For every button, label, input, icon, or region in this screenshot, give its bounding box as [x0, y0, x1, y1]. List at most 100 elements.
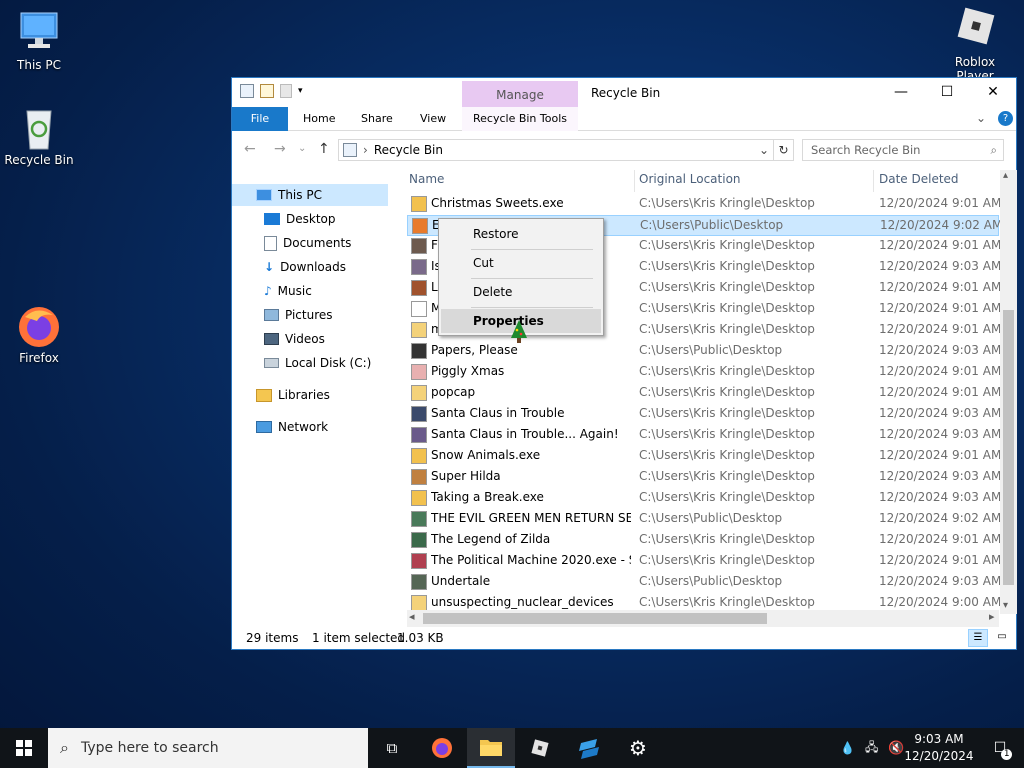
qat-dropdown-icon[interactable]: ▾	[298, 86, 303, 96]
tab-file[interactable]: File	[232, 107, 288, 131]
file-name: THE EVIL GREEN MEN RETURN SEV...	[431, 511, 631, 525]
tab-recycle-bin-tools[interactable]: Recycle Bin Tools	[462, 107, 578, 131]
column-separator[interactable]	[634, 170, 635, 192]
nav-item-videos[interactable]: Videos	[264, 328, 325, 350]
horizontal-scrollbar[interactable]: ◂ ▸	[407, 610, 999, 627]
desktop-icon-firefox[interactable]: Firefox	[1, 303, 77, 365]
large-icons-view-icon[interactable]: ▭	[992, 629, 1012, 647]
table-row[interactable]: Papers, Please C:\Users\Public\Desktop 12/…	[407, 341, 1001, 362]
properties-qat-icon[interactable]	[260, 84, 274, 98]
recent-locations-icon[interactable]: ⌄	[298, 143, 306, 154]
scroll-thumb[interactable]	[423, 613, 767, 624]
taskbar-roblox-studio[interactable]	[565, 728, 613, 768]
nav-item-label: Videos	[285, 332, 325, 346]
breadcrumb[interactable]: Recycle Bin	[374, 143, 443, 157]
volume-muted-icon[interactable]: 🔇	[888, 741, 904, 756]
tab-view[interactable]: View	[420, 107, 446, 131]
scroll-right-icon[interactable]: ▸	[989, 610, 995, 623]
nav-item-this-pc[interactable]: This PC	[232, 184, 388, 206]
nav-item-libraries[interactable]: Libraries	[256, 384, 330, 406]
file-icon	[411, 553, 427, 569]
refresh-icon[interactable]: ↻	[774, 139, 794, 161]
nav-item-music[interactable]: ♪ Music	[264, 280, 312, 302]
forward-icon[interactable]: →	[274, 141, 286, 157]
tab-share[interactable]: Share	[361, 107, 393, 131]
nav-item-network[interactable]: Network	[256, 416, 328, 438]
desktop-icon-roblox[interactable]: Roblox Player	[936, 7, 1014, 83]
maximize-icon[interactable]: ☐	[924, 78, 970, 107]
task-view-button[interactable]: ⧉	[368, 728, 416, 768]
tab-home[interactable]: Home	[303, 107, 335, 131]
column-original-location[interactable]: Original Location	[639, 172, 741, 186]
start-button[interactable]	[0, 728, 48, 768]
expand-ribbon-icon[interactable]: ⌄	[976, 111, 986, 125]
file-icon	[411, 364, 427, 380]
nav-item-local-disk[interactable]: Local Disk (C:)	[264, 352, 371, 374]
table-row[interactable]: Santa Claus in Trouble C:\Users\Kris Krin…	[407, 404, 1001, 425]
file-icon	[411, 532, 427, 548]
file-name: Christmas Sweets.exe	[431, 196, 564, 210]
nav-item-documents[interactable]: Documents	[264, 232, 351, 254]
table-row[interactable]: THE EVIL GREEN MEN RETURN SEV... C:\Users…	[407, 509, 1002, 530]
scroll-thumb[interactable]	[1003, 310, 1014, 585]
scroll-up-icon[interactable]: ▴	[1003, 170, 1008, 181]
taskbar-roblox[interactable]	[516, 728, 564, 768]
menu-item-cut[interactable]: Cut	[441, 251, 601, 275]
original-location: C:\Users\Public\Desktop	[639, 343, 783, 357]
taskbar-search-input[interactable]: ⌕ Type here to search	[48, 728, 368, 768]
column-date-deleted[interactable]: Date Deleted	[879, 172, 959, 186]
column-separator[interactable]	[873, 170, 874, 192]
up-icon[interactable]: ↑	[318, 141, 330, 157]
taskbar-settings[interactable]: ⚙	[614, 728, 662, 768]
file-icon	[411, 574, 427, 590]
action-center-button[interactable]: ☐ 1	[976, 728, 1024, 768]
nav-item-downloads[interactable]: ↓ Downloads	[264, 256, 346, 278]
file-icon	[411, 301, 427, 317]
nav-item-desktop[interactable]: Desktop	[264, 208, 336, 230]
table-row[interactable]: Undertale C:\Users\Public\Desktop 12/20/20…	[407, 572, 1001, 593]
table-row[interactable]: Taking a Break.exe C:\Users\Kris Kringle\…	[407, 488, 1001, 509]
date-deleted: 12/20/2024 9:02 AM	[879, 511, 1002, 525]
original-location: C:\Users\Kris Kringle\Desktop	[639, 490, 815, 504]
close-icon[interactable]: ✕	[970, 78, 1016, 107]
back-icon[interactable]: ←	[244, 141, 256, 157]
address-dropdown-icon[interactable]: ⌄	[759, 143, 769, 157]
scroll-left-icon[interactable]: ◂	[409, 610, 415, 623]
new-folder-qat-icon[interactable]	[280, 84, 292, 98]
scroll-down-icon[interactable]: ▾	[1003, 600, 1008, 611]
desktop-icon-recycle-bin[interactable]: Recycle Bin	[1, 105, 77, 167]
minimize-icon[interactable]: —	[878, 78, 924, 107]
help-icon[interactable]: ?	[998, 111, 1013, 126]
date-deleted: 12/20/2024 9:01 AM	[879, 553, 1002, 567]
search-placeholder: Search Recycle Bin	[811, 143, 921, 157]
table-row[interactable]: The Legend of Zilda C:\Users\Kris Kringle…	[407, 530, 1001, 551]
details-view-icon[interactable]: ☰	[968, 629, 988, 647]
taskbar-firefox[interactable]	[418, 728, 466, 768]
vertical-scrollbar[interactable]: ▴ ▾	[1000, 170, 1017, 614]
table-row[interactable]: Super Hilda C:\Users\Kris Kringle\Desktop…	[407, 467, 1001, 488]
taskbar-clock[interactable]: 9:03 AM 12/20/2024	[904, 731, 974, 765]
menu-item-restore[interactable]: Restore	[441, 222, 601, 246]
droplet-icon[interactable]: 💧	[840, 741, 855, 755]
file-name: Snow Animals.exe	[431, 448, 541, 462]
table-row[interactable]: The Political Machine 2020.exe - Sh... C:…	[407, 551, 1002, 572]
quick-access-toolbar: ▾	[240, 84, 303, 98]
network-tray-icon[interactable]: 🖧	[865, 738, 878, 759]
menu-divider	[471, 278, 593, 279]
desktop-icon-this-pc[interactable]: This PC	[1, 10, 77, 72]
nav-item-pictures[interactable]: Pictures	[264, 304, 333, 326]
search-input[interactable]: Search Recycle Bin ⌕	[802, 139, 1004, 161]
taskbar-file-explorer[interactable]	[467, 728, 515, 768]
address-bar[interactable]: › Recycle Bin ⌄	[338, 139, 774, 161]
column-name[interactable]: Name	[409, 172, 444, 186]
table-row[interactable]: Christmas Sweets.exe C:\Users\Kris Kringl…	[407, 194, 1001, 215]
table-row[interactable]: Snow Animals.exe C:\Users\Kris Kringle\De…	[407, 446, 1002, 467]
date-deleted: 12/20/2024 9:01 AM	[879, 448, 1002, 462]
table-row[interactable]: Piggly Xmas C:\Users\Kris Kringle\Desktop…	[407, 362, 1001, 383]
firefox-icon	[19, 307, 59, 347]
column-headers: Name ⌃ Original Location Date Deleted	[407, 170, 1007, 192]
menu-item-delete[interactable]: Delete	[441, 280, 601, 304]
table-row[interactable]: Santa Claus in Trouble... Again! C:\Users…	[407, 425, 1001, 446]
table-row[interactable]: popcap C:\Users\Kris Kringle\Desktop 12/20…	[407, 383, 1001, 404]
manage-context-tab[interactable]: Manage	[462, 81, 578, 107]
